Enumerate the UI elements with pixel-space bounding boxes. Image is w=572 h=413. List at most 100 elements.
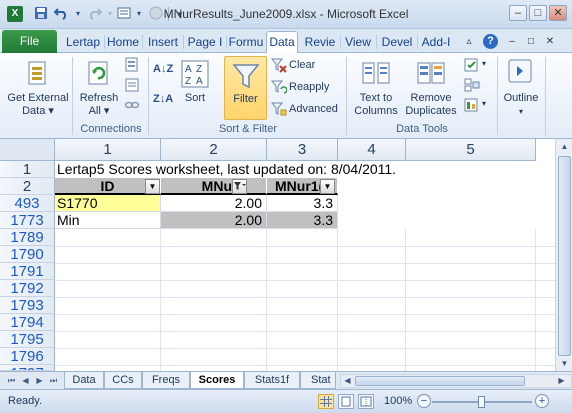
- data-validation-dropdown-icon[interactable]: ▾: [482, 57, 486, 70]
- tab-separator: [104, 35, 105, 49]
- sort-z-to-a-icon[interactable]: Z↓A: [153, 93, 173, 106]
- vertical-scrollbar[interactable]: ▲ ▼: [555, 139, 572, 371]
- scroll-down-icon[interactable]: ▼: [558, 357, 571, 371]
- advanced-label: Advanced: [289, 103, 338, 115]
- help-icon[interactable]: ?: [483, 34, 498, 49]
- row-header-493[interactable]: 493: [0, 195, 55, 212]
- zoom-in-icon[interactable]: +: [535, 394, 549, 408]
- sort-filter-group-label: Sort & Filter: [218, 123, 278, 135]
- tab-file[interactable]: File: [2, 30, 57, 53]
- row-header-1795[interactable]: 1795: [0, 331, 55, 348]
- page-break-view-icon[interactable]: [358, 394, 374, 409]
- ribbon-minimize-icon[interactable]: ▵: [462, 35, 476, 48]
- row-header-1793[interactable]: 1793: [0, 297, 55, 314]
- cell-mnu-493[interactable]: 2.00: [161, 195, 267, 212]
- column-header-5[interactable]: 5: [406, 139, 536, 161]
- text-to-columns-label-2: Columns: [354, 105, 398, 117]
- row-header-1796[interactable]: 1796: [0, 348, 55, 365]
- scroll-right-icon[interactable]: ▶: [555, 374, 568, 388]
- filter-active-icon[interactable]: [232, 179, 247, 194]
- filter-button[interactable]: Filter: [224, 56, 267, 120]
- prev-sheet-icon[interactable]: ◀: [20, 374, 31, 387]
- row-header-1791[interactable]: 1791: [0, 263, 55, 280]
- vertical-scroll-thumb[interactable]: [558, 156, 571, 356]
- row-header-1794[interactable]: 1794: [0, 314, 55, 331]
- zoom-level-label[interactable]: 100%: [384, 395, 412, 407]
- edit-links-icon[interactable]: [124, 97, 140, 113]
- horizontal-scrollbar[interactable]: ◀ ▶: [340, 374, 572, 388]
- zoom-out-icon[interactable]: −: [417, 394, 431, 408]
- filter-dropdown-mnur1[interactable]: ▼: [320, 179, 335, 194]
- tab-data[interactable]: Data: [266, 31, 298, 54]
- page-layout-view-icon[interactable]: [338, 394, 354, 409]
- consolidate-icon[interactable]: [464, 77, 480, 93]
- svg-text:Z: Z: [196, 64, 202, 75]
- normal-view-icon[interactable]: [318, 394, 334, 409]
- tab-insert[interactable]: Insert: [144, 32, 182, 53]
- what-if-dropdown-icon[interactable]: ▾: [482, 97, 486, 110]
- row-header-1773[interactable]: 1773: [0, 212, 55, 229]
- sort-label: Sort: [184, 92, 206, 104]
- cell-id-1773[interactable]: Min: [55, 212, 161, 229]
- maximize-button[interactable]: □: [529, 5, 547, 21]
- sheet-tab-scores[interactable]: Scores: [190, 372, 244, 389]
- workbook-restore-icon[interactable]: □: [524, 35, 538, 48]
- status-bar: Ready. 100% − +: [0, 389, 572, 413]
- connections-icon[interactable]: [124, 57, 140, 73]
- last-sheet-icon[interactable]: ⏭: [48, 374, 59, 387]
- workbook-close-icon[interactable]: ✕: [543, 35, 557, 48]
- sheet-tab-stats1f[interactable]: Stats1f: [244, 372, 300, 389]
- tab-formulas[interactable]: Formu: [228, 32, 264, 53]
- window-title: MNurResults_June2009.xlsx - Microsoft Ex…: [163, 7, 409, 21]
- scroll-up-icon[interactable]: ▲: [558, 140, 571, 154]
- header-cell-mnu[interactable]: MNu: [161, 178, 267, 195]
- zoom-slider-thumb[interactable]: [478, 396, 485, 408]
- sort-a-to-z-icon[interactable]: A↓Z: [153, 63, 173, 76]
- tab-review[interactable]: Revie: [302, 32, 338, 53]
- workbook-minimize-icon[interactable]: –: [505, 35, 519, 48]
- tab-page-layout[interactable]: Page I: [185, 32, 225, 53]
- horizontal-scroll-thumb[interactable]: [355, 376, 525, 386]
- tab-lertap[interactable]: Lertap: [63, 32, 103, 53]
- next-sheet-icon[interactable]: ▶: [34, 374, 45, 387]
- sheet-tab-data[interactable]: Data: [64, 372, 104, 389]
- sheet-tab-stat[interactable]: Stat: [300, 372, 336, 389]
- filter-dropdown-id[interactable]: ▼: [145, 179, 160, 194]
- minimize-button[interactable]: –: [509, 5, 527, 21]
- tab-developer[interactable]: Devel: [378, 32, 416, 53]
- column-header-4[interactable]: 4: [338, 139, 406, 161]
- close-button[interactable]: ✕: [549, 5, 567, 21]
- cell-id-493[interactable]: S1770: [55, 195, 161, 212]
- row-header-1789[interactable]: 1789: [0, 229, 55, 246]
- tab-home[interactable]: Home: [106, 32, 140, 53]
- remove-duplicates-label: Remove: [410, 92, 452, 104]
- row-header-1790[interactable]: 1790: [0, 246, 55, 263]
- cell-mnur1-1773[interactable]: 3.3: [267, 212, 338, 229]
- cell-mnur1-493[interactable]: 3.3: [267, 195, 338, 212]
- worksheet-grid[interactable]: 1 2 3 4 5 1 2 493 1773 1789 1790 1791 17…: [0, 139, 572, 371]
- column-header-3[interactable]: 3: [267, 139, 338, 161]
- group-separator: [72, 57, 73, 135]
- column-header-2[interactable]: 2: [161, 139, 267, 161]
- what-if-analysis-icon[interactable]: [464, 97, 480, 113]
- row-header-1[interactable]: 1: [0, 161, 55, 178]
- cell-mnu-1773[interactable]: 2.00: [161, 212, 267, 229]
- select-all-corner[interactable]: [0, 139, 55, 161]
- tab-view[interactable]: View: [342, 32, 374, 53]
- scroll-left-icon[interactable]: ◀: [341, 374, 354, 388]
- clear-filter-icon: [271, 58, 287, 73]
- refresh-all-label: Refresh: [79, 92, 119, 104]
- row1-title-cell[interactable]: Lertap5 Scores worksheet, last updated o…: [57, 161, 535, 178]
- column-header-1[interactable]: 1: [55, 139, 161, 161]
- row-header-2[interactable]: 2: [0, 178, 55, 195]
- data-validation-icon[interactable]: [464, 57, 480, 73]
- row-header-1792[interactable]: 1792: [0, 280, 55, 297]
- first-sheet-icon[interactable]: ⏮: [6, 374, 17, 387]
- sheet-tab-ccs[interactable]: CCs: [104, 372, 142, 389]
- tab-separator: [142, 35, 143, 49]
- sheet-tab-freqs[interactable]: Freqs: [142, 372, 190, 389]
- properties-icon[interactable]: [124, 77, 140, 93]
- refresh-all-label-2: All ▾: [88, 105, 110, 117]
- status-ready: Ready.: [8, 395, 43, 407]
- tab-add-ins[interactable]: Add-I: [419, 32, 453, 53]
